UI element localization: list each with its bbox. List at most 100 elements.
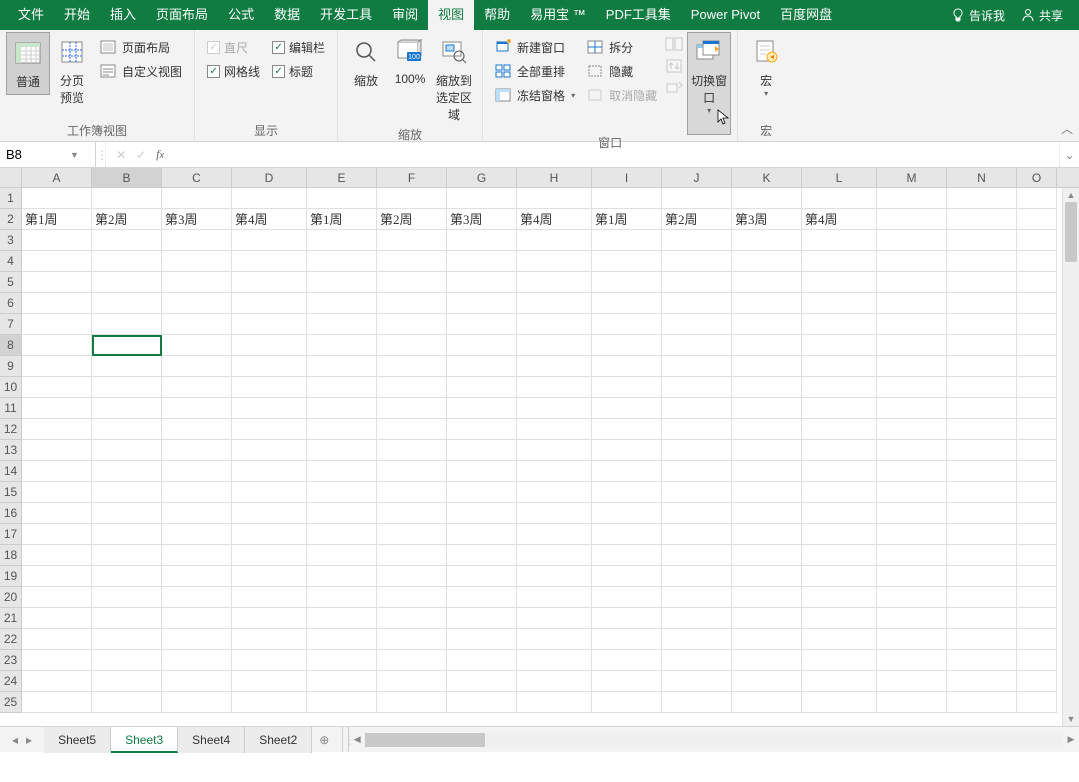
- name-box[interactable]: ▼: [0, 142, 96, 167]
- cell[interactable]: [662, 230, 732, 251]
- cell[interactable]: [802, 482, 877, 503]
- cell[interactable]: [517, 482, 592, 503]
- cell[interactable]: [877, 251, 947, 272]
- cell[interactable]: [307, 692, 377, 713]
- cell[interactable]: [92, 272, 162, 293]
- cell[interactable]: [22, 650, 92, 671]
- cell[interactable]: [592, 524, 662, 545]
- cell[interactable]: [22, 545, 92, 566]
- cell[interactable]: [162, 314, 232, 335]
- cell[interactable]: [447, 692, 517, 713]
- tab-baidu[interactable]: 百度网盘: [770, 0, 842, 30]
- cell[interactable]: [232, 650, 307, 671]
- cell[interactable]: [162, 272, 232, 293]
- cell[interactable]: [802, 251, 877, 272]
- cell[interactable]: [307, 293, 377, 314]
- cell[interactable]: [517, 419, 592, 440]
- cell[interactable]: [802, 461, 877, 482]
- cell[interactable]: [377, 440, 447, 461]
- cell[interactable]: [22, 566, 92, 587]
- cell[interactable]: [377, 629, 447, 650]
- cell[interactable]: [732, 503, 802, 524]
- cell[interactable]: [877, 335, 947, 356]
- cell[interactable]: [947, 650, 1017, 671]
- cell[interactable]: [947, 230, 1017, 251]
- cell[interactable]: [947, 419, 1017, 440]
- sheet-tab[interactable]: Sheet4: [178, 727, 245, 753]
- cell[interactable]: 第4周: [802, 209, 877, 230]
- cell[interactable]: 第2周: [662, 209, 732, 230]
- cell[interactable]: [92, 398, 162, 419]
- cell[interactable]: [447, 524, 517, 545]
- cell[interactable]: [307, 671, 377, 692]
- cell[interactable]: [517, 377, 592, 398]
- cell[interactable]: [162, 440, 232, 461]
- cell[interactable]: [307, 461, 377, 482]
- cell[interactable]: [232, 629, 307, 650]
- cell[interactable]: [877, 419, 947, 440]
- cell[interactable]: [592, 419, 662, 440]
- cell[interactable]: [592, 671, 662, 692]
- cell[interactable]: [592, 230, 662, 251]
- cell[interactable]: [517, 587, 592, 608]
- cell[interactable]: [1017, 356, 1057, 377]
- cell[interactable]: [307, 335, 377, 356]
- new-window-button[interactable]: 新建窗口: [491, 36, 579, 58]
- cell[interactable]: [22, 503, 92, 524]
- cell[interactable]: [517, 503, 592, 524]
- cell[interactable]: [1017, 524, 1057, 545]
- cell[interactable]: [447, 419, 517, 440]
- vertical-scrollbar[interactable]: ▲ ▼: [1062, 188, 1079, 726]
- cell[interactable]: [662, 629, 732, 650]
- cell[interactable]: [947, 608, 1017, 629]
- column-header[interactable]: J: [662, 168, 732, 187]
- cell[interactable]: [732, 440, 802, 461]
- cell[interactable]: [92, 335, 162, 356]
- cell[interactable]: [22, 587, 92, 608]
- tab-help[interactable]: 帮助: [474, 0, 520, 30]
- cell[interactable]: [447, 503, 517, 524]
- sheet-nav-prev[interactable]: ◂: [12, 733, 18, 747]
- cell[interactable]: [1017, 482, 1057, 503]
- cell[interactable]: [732, 377, 802, 398]
- cell[interactable]: [592, 398, 662, 419]
- pagebreak-preview-button[interactable]: 分页 预览: [50, 32, 94, 110]
- cell[interactable]: [732, 524, 802, 545]
- cell[interactable]: [447, 293, 517, 314]
- cell[interactable]: [1017, 671, 1057, 692]
- cell[interactable]: [802, 524, 877, 545]
- cell[interactable]: [802, 587, 877, 608]
- cell[interactable]: [877, 545, 947, 566]
- cell[interactable]: [877, 377, 947, 398]
- collapse-ribbon-button[interactable]: ︿: [1061, 120, 1073, 137]
- cell[interactable]: [377, 419, 447, 440]
- cell[interactable]: [517, 692, 592, 713]
- cell[interactable]: [447, 587, 517, 608]
- cell[interactable]: [802, 293, 877, 314]
- cell[interactable]: [447, 377, 517, 398]
- cell[interactable]: [732, 587, 802, 608]
- cell[interactable]: [232, 188, 307, 209]
- cell[interactable]: [877, 650, 947, 671]
- cell[interactable]: [592, 272, 662, 293]
- row-header[interactable]: 19: [0, 566, 22, 587]
- column-header[interactable]: K: [732, 168, 802, 187]
- cell[interactable]: [447, 650, 517, 671]
- cell[interactable]: [92, 524, 162, 545]
- hide-button[interactable]: 隐藏: [583, 60, 661, 82]
- cell[interactable]: [162, 503, 232, 524]
- tab-powerpivot[interactable]: Power Pivot: [681, 0, 770, 30]
- cell[interactable]: [1017, 398, 1057, 419]
- cell[interactable]: [662, 692, 732, 713]
- cell[interactable]: [662, 671, 732, 692]
- cell[interactable]: [307, 524, 377, 545]
- cell[interactable]: [22, 398, 92, 419]
- cell[interactable]: [662, 377, 732, 398]
- cell[interactable]: [947, 209, 1017, 230]
- row-header[interactable]: 2: [0, 209, 22, 230]
- cell[interactable]: [22, 314, 92, 335]
- cell[interactable]: [947, 356, 1017, 377]
- cell[interactable]: [377, 608, 447, 629]
- cell[interactable]: [662, 272, 732, 293]
- cell[interactable]: 第1周: [22, 209, 92, 230]
